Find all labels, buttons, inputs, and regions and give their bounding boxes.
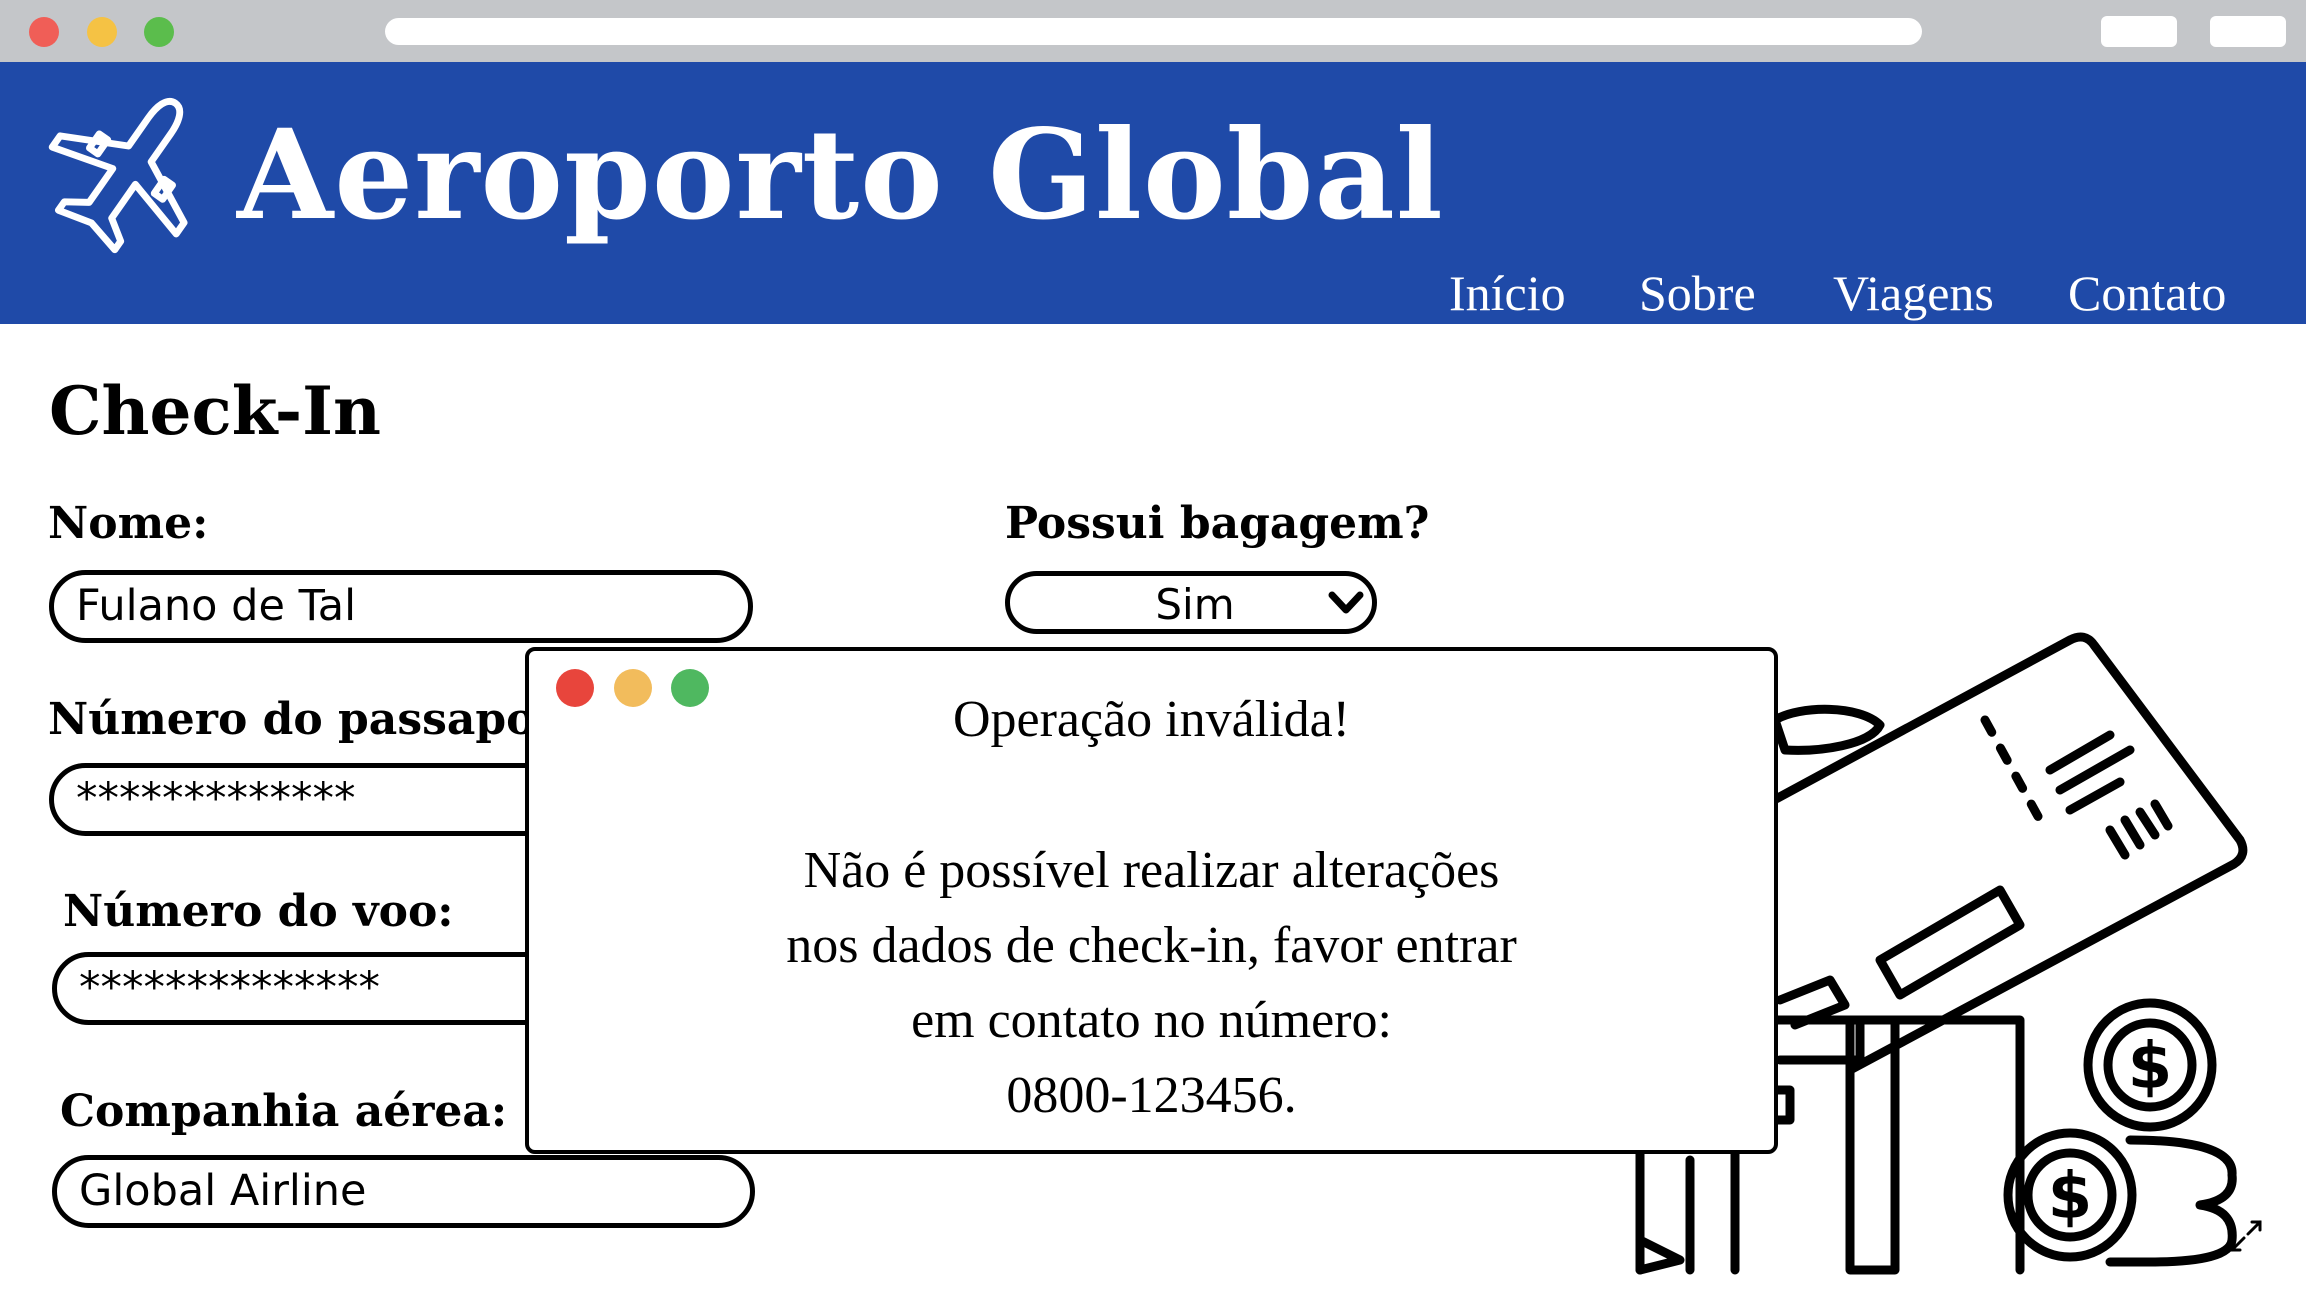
dialog-message-line: nos dados de check-in, favor entrar [786, 917, 1517, 974]
airplane-icon [1770, 704, 1885, 755]
airplane-icon [48, 97, 188, 254]
dialog-message-line: em contato no número: [911, 992, 1392, 1049]
dollar-coin-icon: $ $ [2003, 998, 2237, 1267]
nav-link-inicio[interactable]: Início [1449, 268, 1566, 318]
flight-label: Número do voo: [63, 886, 454, 937]
nav-link-viagens[interactable]: Viagens [1833, 268, 1994, 318]
dialog-message-line: Não é possível realizar alterações [803, 842, 1500, 899]
dialog-title: Operação inválida! [952, 691, 1350, 748]
browser-toolbar-button-1[interactable] [2101, 16, 2177, 47]
nav-link-contato[interactable]: Contato [2068, 268, 2226, 318]
nav-link-sobre[interactable]: Sobre [1639, 268, 1756, 318]
svg-text:$: $ [2048, 1160, 2093, 1234]
site-title: Aeroporto Global [237, 103, 1444, 248]
airline-label: Companhia aérea: [60, 1086, 508, 1137]
address-bar[interactable] [385, 18, 1922, 45]
expand-icon[interactable] [2228, 1218, 2264, 1254]
svg-text:$: $ [2128, 1030, 2173, 1104]
dialog-message: Não é possível realizar alterações nos d… [529, 833, 1774, 1133]
browser-close-button[interactable] [29, 17, 59, 47]
browser-minimize-button[interactable] [87, 17, 117, 47]
baggage-select-value: Sim [1155, 580, 1235, 629]
error-dialog: Operação inválida! Não é possível realiz… [525, 647, 1778, 1154]
chevron-down-icon [1328, 591, 1364, 614]
name-input[interactable]: Fulano de Tal [49, 570, 753, 643]
dialog-phone-number: 0800-123456. [1006, 1067, 1297, 1124]
name-label: Nome: [48, 498, 209, 549]
site-header: Aeroporto Global Início Sobre Viagens Co… [0, 62, 2306, 324]
page-title: Check-In [49, 372, 381, 450]
browser-toolbar-button-2[interactable] [2210, 16, 2286, 47]
airline-input[interactable]: Global Airline [52, 1155, 755, 1228]
browser-maximize-button[interactable] [144, 17, 174, 47]
baggage-label: Possui bagagem? [1005, 498, 1430, 549]
baggage-select[interactable]: Sim [1005, 571, 1377, 634]
browser-chrome [0, 0, 2306, 62]
